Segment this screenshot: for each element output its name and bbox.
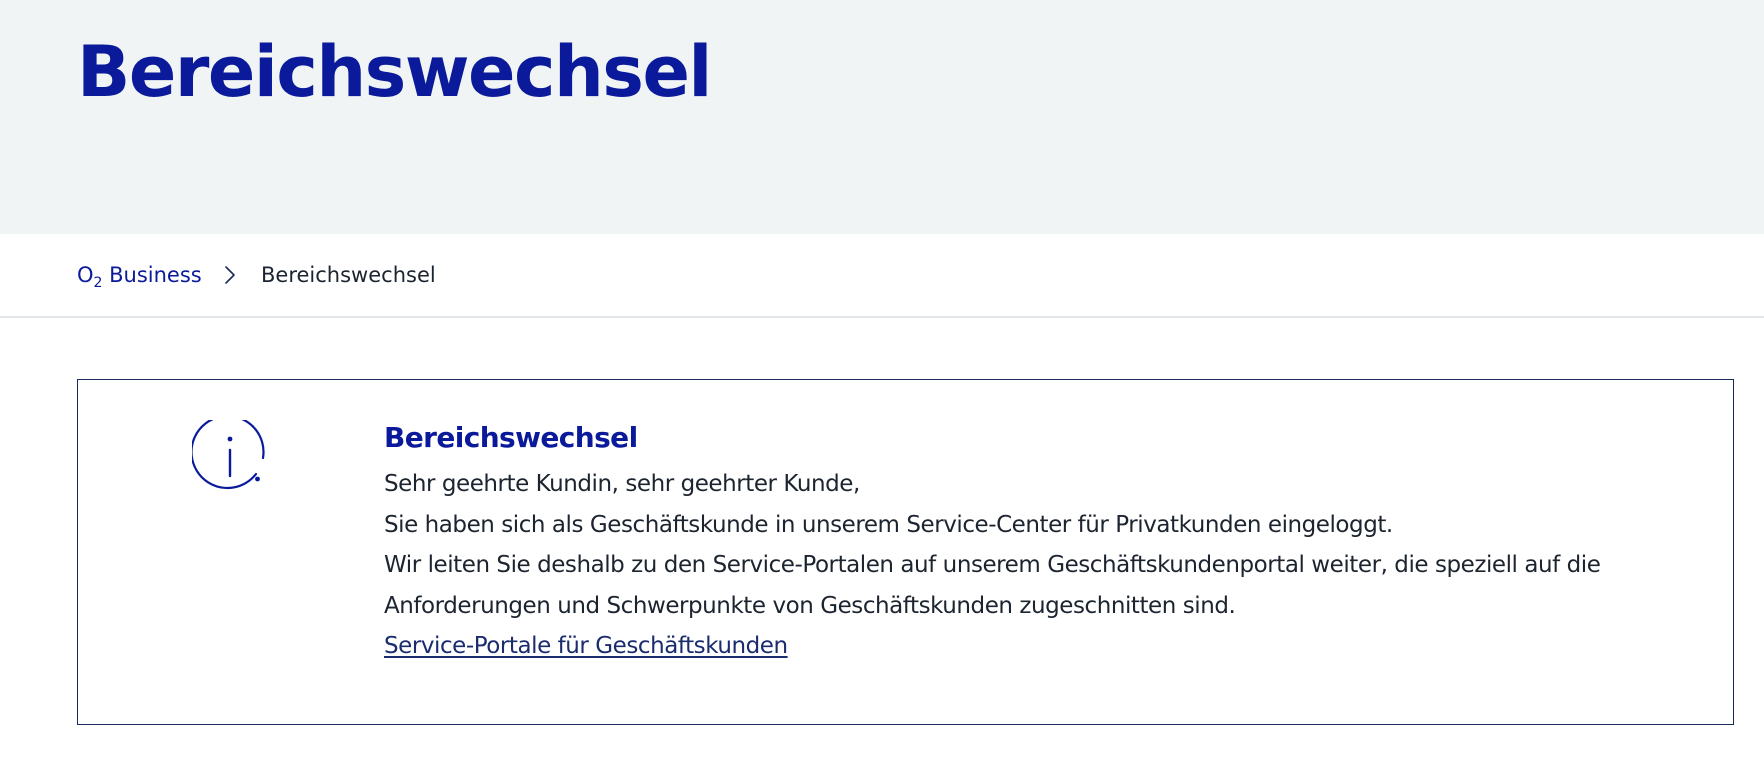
info-greeting: Sehr geehrte Kundin, sehr geehrter Kunde… bbox=[384, 471, 860, 497]
info-title: Bereichswechsel bbox=[384, 421, 638, 454]
breadcrumb-current: Bereichswechsel bbox=[261, 263, 436, 287]
page-title: Bereichswechsel bbox=[77, 31, 712, 113]
info-text-line-2: Wir leiten Sie deshalb zu den Service-Po… bbox=[384, 552, 1601, 578]
page-hero: Bereichswechsel bbox=[0, 0, 1764, 234]
service-portals-link[interactable]: Service-Portale für Geschäftskunden bbox=[384, 626, 788, 667]
info-content: Bereichswechsel Sehr geehrte Kundin, seh… bbox=[384, 420, 1704, 667]
breadcrumb-home-link[interactable]: O2 Business bbox=[77, 262, 202, 290]
breadcrumb-home-suffix: Business bbox=[102, 263, 202, 287]
breadcrumb: O2 Business Bereichswechsel bbox=[0, 234, 1764, 318]
chevron-right-icon bbox=[225, 266, 235, 284]
info-text-line-1: Sie haben sich als Geschäftskunde in uns… bbox=[384, 511, 1393, 538]
breadcrumb-home-o: O bbox=[77, 263, 94, 287]
info-icon bbox=[192, 420, 265, 490]
info-notice-box: Bereichswechsel Sehr geehrte Kundin, seh… bbox=[77, 379, 1734, 725]
info-text-line-3: Anforderungen und Schwerpunkte von Gesch… bbox=[384, 592, 1236, 619]
